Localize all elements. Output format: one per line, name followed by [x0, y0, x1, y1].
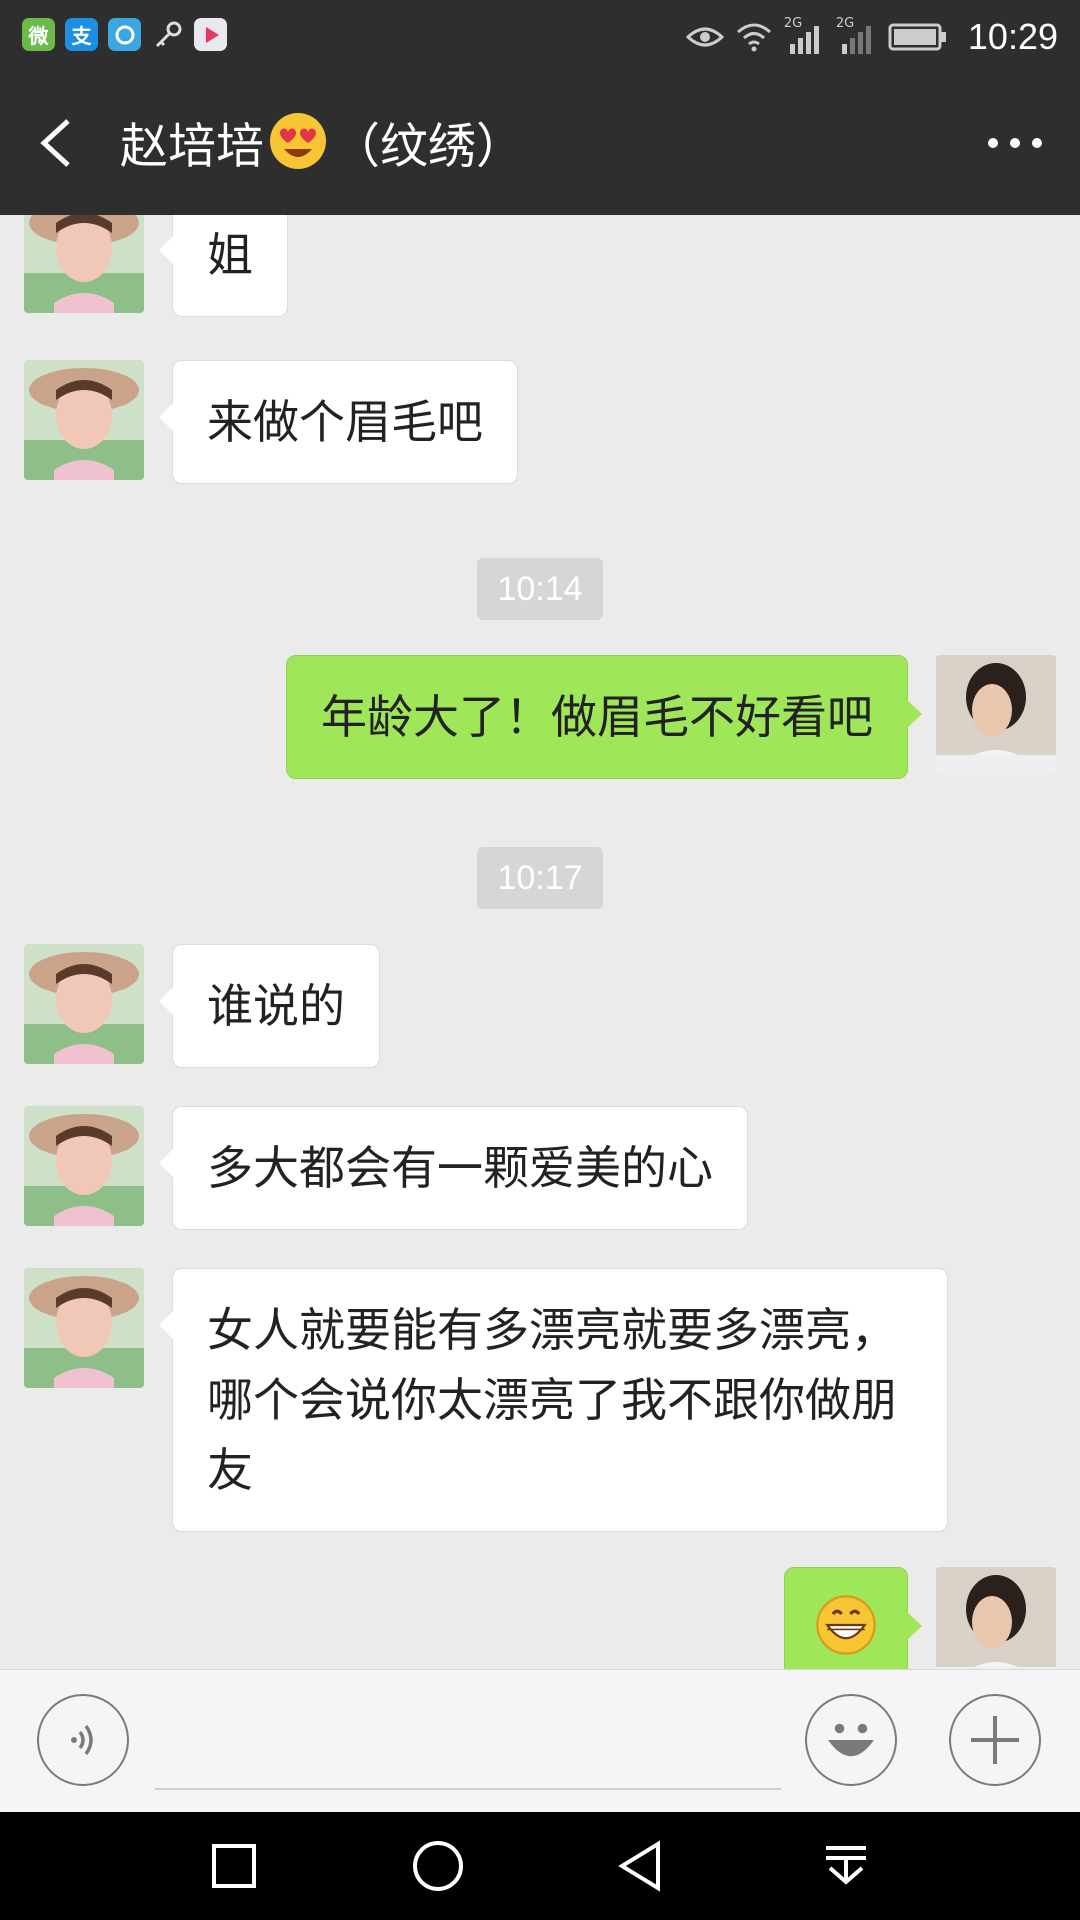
- square-recent-icon: [212, 1844, 256, 1888]
- notification-pulldown-button[interactable]: [816, 1836, 876, 1896]
- timestamp-chip: 10:14: [477, 558, 603, 620]
- more-dot: [1032, 138, 1042, 148]
- contact-avatar[interactable]: [24, 1106, 144, 1226]
- system-nav-bar: [0, 1812, 1080, 1920]
- key-icon: [151, 18, 184, 51]
- browser-icon: [108, 18, 141, 51]
- contact-avatar[interactable]: [24, 1268, 144, 1388]
- my-avatar[interactable]: [936, 1567, 1056, 1669]
- message-text: 多大都会有一颗爱美的心: [207, 1141, 713, 1195]
- message-list[interactable]: 姐 来做个眉毛吧 10:14 年龄大了！做眉毛不好看吧 10:17 谁说的 多大…: [0, 215, 1080, 1669]
- notification-pulldown-icon: [826, 1846, 866, 1885]
- chat-title: 赵培培 （纹绣）: [120, 111, 524, 188]
- more-dots-icon: [988, 138, 998, 148]
- message-text-line: 友: [207, 1443, 253, 1497]
- message-text: 来做个眉毛吧: [207, 395, 483, 449]
- battery-icon: [888, 23, 946, 50]
- my-avatar[interactable]: [936, 655, 1056, 775]
- timestamp-chip: 10:17: [477, 847, 603, 909]
- signal-2g-icon: 2G: [836, 16, 876, 54]
- message-text-line: 哪个会说你太漂亮了我不跟你做朋: [207, 1373, 897, 1427]
- back-nav-button[interactable]: [612, 1836, 672, 1896]
- recent-apps-button[interactable]: [204, 1836, 264, 1896]
- contact-avatar[interactable]: [24, 944, 144, 1064]
- contact-avatar[interactable]: [24, 215, 144, 313]
- weixin-helper-icon: 微: [22, 18, 55, 51]
- more-button[interactable]: [980, 113, 1050, 173]
- message-text: 姐: [207, 228, 253, 282]
- heart-eyes-emoji-icon: [268, 111, 328, 188]
- smiley-icon: [828, 1723, 874, 1757]
- message-bubble-incoming[interactable]: 谁说的: [159, 944, 380, 1068]
- more-dot: [1010, 138, 1020, 148]
- status-icons: 2G 2G 10:29: [685, 0, 1058, 73]
- voice-icon: [71, 1724, 93, 1756]
- circle-home-icon: [413, 1841, 463, 1891]
- message-bubble-outgoing[interactable]: 年龄大了！做眉毛不好看吧: [286, 655, 922, 779]
- alipay-icon: 支: [65, 18, 98, 51]
- contact-avatar[interactable]: [24, 360, 144, 480]
- message-text-line: 女人就要能有多漂亮就要多漂亮，: [207, 1303, 897, 1357]
- message-text: 谁说的: [207, 979, 345, 1033]
- emoji-button[interactable]: [805, 1694, 897, 1786]
- plus-button[interactable]: [949, 1694, 1041, 1786]
- contact-tag: （纹绣）: [332, 118, 525, 175]
- message-bubble-incoming[interactable]: 姐: [159, 215, 288, 317]
- wifi-icon: [736, 23, 771, 51]
- input-bar: [0, 1669, 1080, 1812]
- status-time: 10:29: [967, 15, 1058, 57]
- back-button[interactable]: [30, 113, 90, 173]
- eye-icon: [685, 27, 724, 46]
- timestamp-text: 10:14: [497, 569, 583, 608]
- grin-emoji: [816, 1595, 876, 1655]
- chevron-left-icon: [40, 119, 70, 167]
- message-bubble-outgoing[interactable]: [784, 1567, 922, 1669]
- home-button[interactable]: [408, 1836, 468, 1896]
- voice-button[interactable]: [37, 1694, 129, 1786]
- signal-2g-icon: 2G: [784, 16, 824, 54]
- chat-header: 赵培培 （纹绣）: [0, 73, 1080, 215]
- notification-app-icons: 微 支: [22, 18, 227, 51]
- triangle-back-icon: [618, 1840, 660, 1892]
- contact-name: 赵培培: [120, 118, 265, 175]
- message-input[interactable]: [155, 1788, 781, 1790]
- message-bubble-incoming[interactable]: 来做个眉毛吧: [159, 360, 518, 484]
- plus-icon: [971, 1716, 1019, 1764]
- video-app-icon: [194, 18, 227, 51]
- message-bubble-incoming[interactable]: 多大都会有一颗爱美的心: [159, 1106, 748, 1230]
- timestamp-text: 10:17: [497, 858, 583, 897]
- message-bubble-incoming[interactable]: 女人就要能有多漂亮就要多漂亮， 哪个会说你太漂亮了我不跟你做朋 友: [159, 1268, 948, 1532]
- status-bar: 微 支 2G 2G 10:29: [0, 0, 1080, 73]
- message-text: 年龄大了！做眉毛不好看吧: [321, 690, 873, 744]
